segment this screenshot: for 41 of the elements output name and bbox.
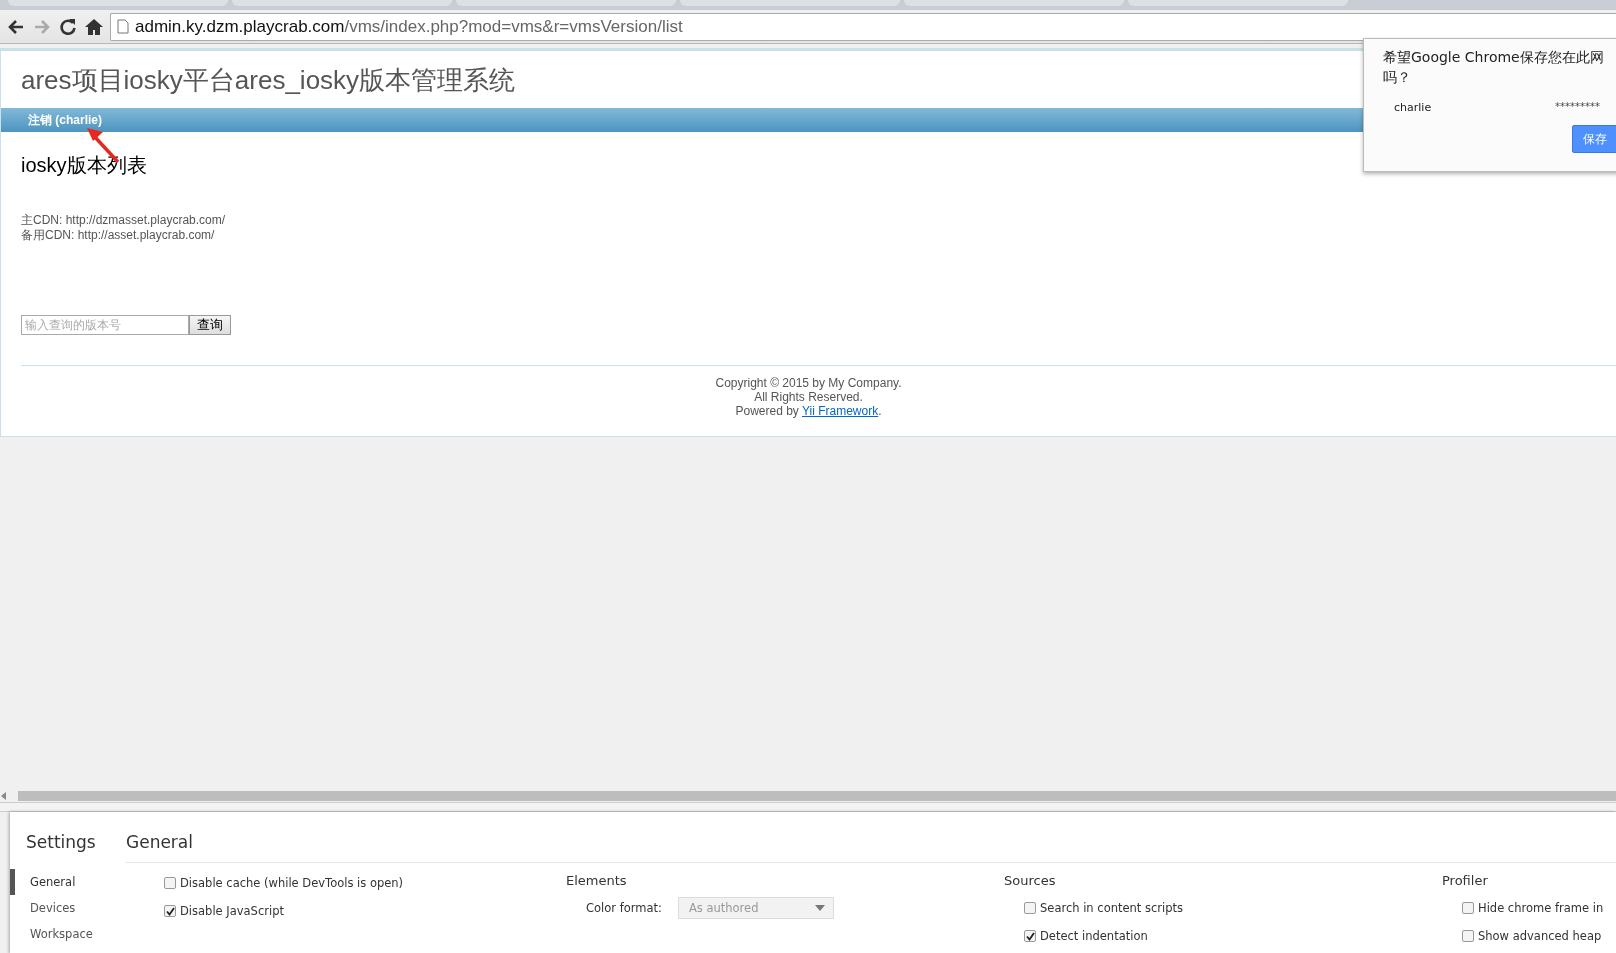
username-text: charlie bbox=[1394, 101, 1432, 114]
query-button[interactable]: 查询 bbox=[189, 315, 231, 335]
checkbox-label: Show advanced heap bbox=[1478, 929, 1602, 943]
prompt-text: 希望Google Chrome保存您在此网 bbox=[1383, 48, 1604, 67]
page-heading: iosky版本列表 bbox=[21, 153, 148, 178]
page-icon bbox=[117, 19, 129, 34]
settings-nav-item[interactable]: Devices bbox=[10, 895, 76, 921]
cdn-text: 主CDN: http://dzmasset.playcrab.com/ bbox=[21, 213, 226, 228]
site-title: ares项目iosky平台ares_iosky版本管理系统 bbox=[21, 64, 516, 97]
scrollbar-thumb[interactable] bbox=[18, 791, 1616, 801]
footer-text: Powered by Yii Framework. bbox=[735, 404, 882, 418]
footer-text: Copyright © 2015 by My Company. bbox=[715, 376, 902, 390]
password-text: ********* bbox=[1555, 101, 1600, 112]
group-heading: Profiler bbox=[1442, 873, 1488, 888]
checkbox-label: Search in content scripts bbox=[1040, 901, 1184, 915]
checkbox[interactable] bbox=[1462, 930, 1474, 942]
cdn-text: 备用CDN: http://asset.playcrab.com/ bbox=[21, 228, 215, 243]
checkbox[interactable] bbox=[1024, 930, 1036, 942]
version-search-field[interactable]: 输入查询的版本号 bbox=[21, 315, 189, 335]
group-heading: Sources bbox=[1004, 873, 1056, 888]
footer-text: All Rights Reserved. bbox=[754, 390, 863, 404]
reload-icon[interactable] bbox=[58, 16, 78, 37]
checkbox[interactable] bbox=[1024, 902, 1036, 914]
home-icon[interactable] bbox=[84, 16, 104, 37]
checkbox-label: Disable JavaScript bbox=[180, 904, 284, 918]
checkbox-label: Detect indentation bbox=[1040, 929, 1148, 943]
field-label: Color format: bbox=[586, 901, 662, 915]
checkbox[interactable] bbox=[164, 877, 176, 889]
checkbox[interactable] bbox=[1462, 902, 1474, 914]
checkbox[interactable] bbox=[164, 905, 176, 917]
scroll-left-icon[interactable] bbox=[0, 792, 8, 800]
checkbox-label: Hide chrome frame in bbox=[1478, 901, 1604, 915]
dropdown-caret-icon bbox=[814, 905, 825, 911]
section-heading: General bbox=[126, 832, 1616, 863]
settings-title: Settings bbox=[26, 832, 97, 852]
prompt-text: 吗？ bbox=[1383, 68, 1411, 87]
settings-nav-item[interactable]: General bbox=[10, 869, 76, 895]
settings-nav-item[interactable]: Workspace bbox=[10, 921, 93, 947]
checkbox-label: Disable cache (while DevTools is open) bbox=[180, 876, 404, 890]
group-heading: Elements bbox=[566, 873, 627, 888]
address-bar[interactable]: admin.ky.dzm.playcrab.com/vms/index.php?mod=vms&r=vmsVersion/list bbox=[110, 12, 1616, 41]
